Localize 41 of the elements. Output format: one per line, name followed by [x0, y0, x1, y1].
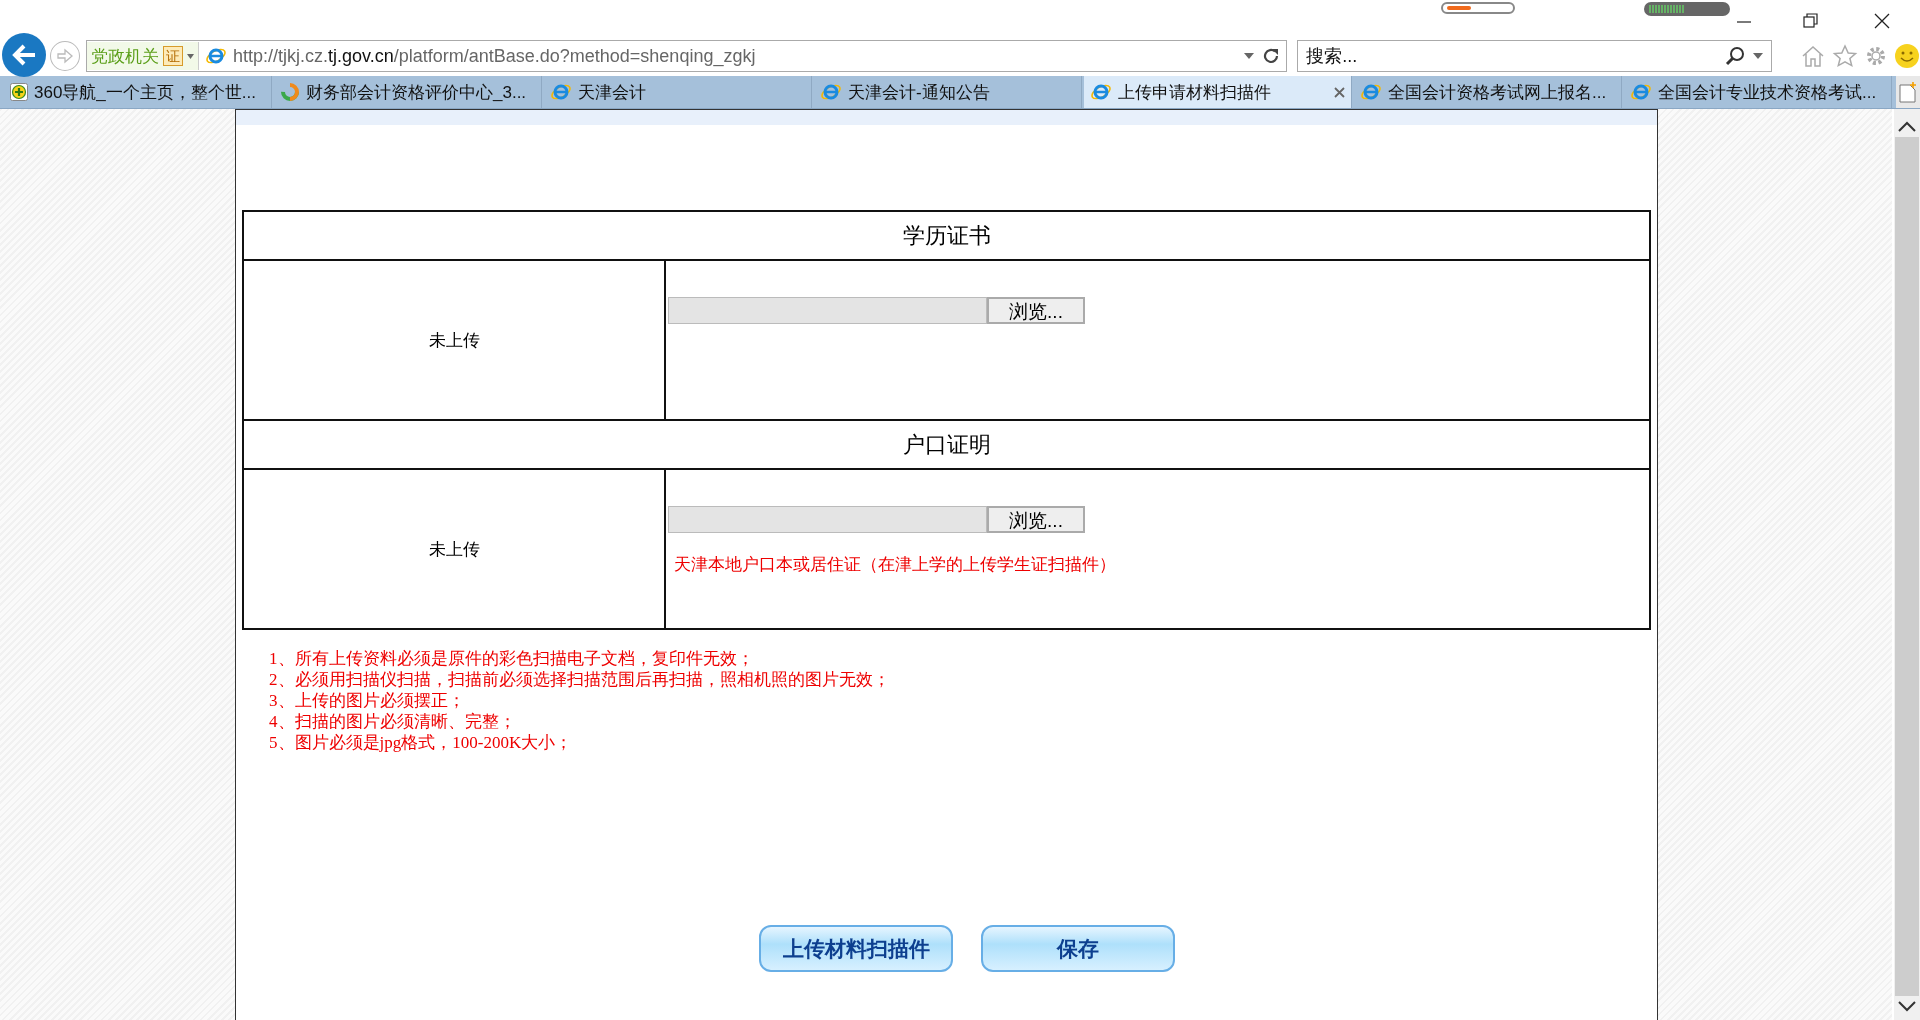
settings-icon[interactable]	[1864, 44, 1888, 68]
dropdown-arrow-icon[interactable]	[186, 53, 194, 59]
url-text[interactable]: http://tjkj.cz.tj.gov.cn/platform/antBase.do?method=shenqing_zgkj	[232, 45, 1245, 67]
instruction-text: 5、图片必须是jpg格式，100-200K大小；	[269, 732, 574, 753]
restore-icon[interactable]	[1803, 13, 1819, 29]
browser-tab[interactable]: 上传申请材料扫描件	[1084, 76, 1352, 108]
browse-button[interactable]: 浏览...	[987, 506, 1085, 533]
back-button[interactable]	[2, 33, 46, 77]
file-path-field[interactable]	[668, 506, 987, 533]
memory-meter-icon	[1644, 2, 1730, 16]
close-icon[interactable]	[1874, 13, 1890, 29]
instruction-text: 3、上传的图片必须摆正；	[269, 690, 466, 711]
ring-icon	[280, 82, 300, 102]
section-title: 户口证明	[243, 420, 1650, 469]
search-field[interactable]: 搜索...	[1298, 45, 1725, 67]
file-path-field[interactable]	[668, 297, 987, 324]
action-button[interactable]: 保存	[981, 925, 1175, 972]
upload-status: 未上传	[243, 469, 665, 629]
certificate-badge[interactable]: 证	[162, 46, 183, 66]
section-title: 学历证书	[243, 211, 1650, 260]
close-tab-icon[interactable]	[1334, 86, 1345, 98]
upload-status: 未上传	[243, 260, 665, 420]
browse-button[interactable]: 浏览...	[987, 297, 1085, 324]
search-box[interactable]: 搜索...	[1297, 40, 1772, 72]
dropdown-arrow-icon[interactable]	[1753, 53, 1763, 59]
scroll-down-icon[interactable]	[1897, 1000, 1917, 1014]
smiley-icon[interactable]	[1894, 43, 1920, 69]
action-button[interactable]: 上传材料扫描件	[759, 925, 953, 972]
dropdown-arrow-icon[interactable]	[1244, 53, 1255, 59]
star-icon[interactable]	[1832, 44, 1858, 68]
progress-indicator-icon	[1441, 2, 1515, 14]
instruction-text: 2、必须用扫描仪扫描，扫描前必须选择扫描范围后再扫描，照相机照的图片无效；	[269, 669, 891, 690]
plus-circle-icon	[10, 83, 28, 101]
instruction-text: 4、扫描的图片必须清晰、完整；	[269, 711, 517, 732]
scroll-up-icon[interactable]	[1897, 119, 1917, 133]
instruction-text: 1、所有上传资料必须是原件的彩色扫描电子文档，复印件无效；	[269, 648, 755, 669]
refresh-icon[interactable]	[1262, 47, 1281, 65]
upload-hint: 天津本地户口本或居住证（在津上学的上传学生证扫描件）	[674, 554, 1117, 576]
arrow-left-icon[interactable]	[11, 43, 37, 67]
search-icon[interactable]	[1725, 46, 1745, 66]
address-bar[interactable]: 党政机关 证 http://tjkj.cz.tj.gov.cn/platform/antBase.do?method=shenqing_zgkj	[85, 40, 1288, 72]
